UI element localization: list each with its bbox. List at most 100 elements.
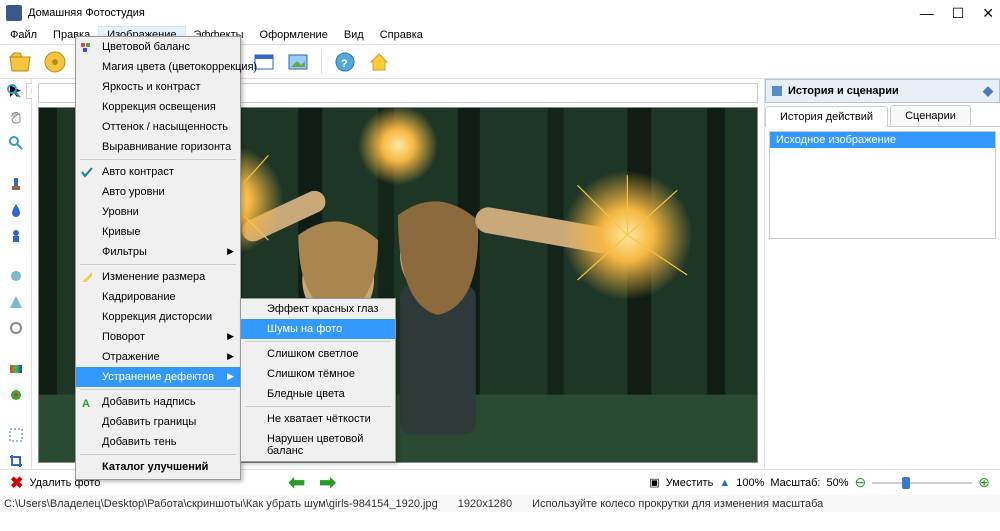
scale-value: 50% <box>827 477 849 489</box>
zoom-100-icon[interactable]: ▲ <box>719 477 730 489</box>
minimize-button[interactable]: — <box>920 5 934 22</box>
home-icon[interactable] <box>364 47 394 77</box>
resize-icon <box>80 270 94 284</box>
pin-icon[interactable]: ◆ <box>983 83 993 99</box>
stamp-icon[interactable] <box>8 228 24 244</box>
menu-item[interactable]: Уровни <box>76 202 240 222</box>
menu-view[interactable]: Вид <box>336 26 372 44</box>
crop-icon[interactable] <box>8 453 24 469</box>
menu-separator <box>80 454 236 455</box>
scale-label: Масштаб: <box>770 477 820 489</box>
menu-item[interactable]: Отражение▶ <box>76 347 240 367</box>
palette-icon <box>80 40 94 54</box>
status-dims: 1920x1280 <box>458 498 512 510</box>
app-icon <box>6 5 22 21</box>
status-bar: C:\Users\Владелец\Desktop\Работа\скриншо… <box>0 495 1000 512</box>
window-controls: — ☐ ✕ <box>920 5 994 22</box>
defects-submenu: Эффект красных глазШумы на фото Слишком с… <box>240 298 396 462</box>
menu-decoration[interactable]: Оформление <box>252 26 336 44</box>
sharpen-icon[interactable] <box>8 294 24 310</box>
close-button[interactable]: ✕ <box>982 5 994 22</box>
menu-item[interactable]: Поворот▶ <box>76 327 240 347</box>
status-hint: Используйте колесо прокрутки для изменен… <box>532 498 823 510</box>
svg-text:?: ? <box>341 58 348 70</box>
menu-item[interactable]: Коррекция дисторсии <box>76 307 240 327</box>
submenu-item[interactable]: Шумы на фото <box>241 319 395 339</box>
submenu-item[interactable]: Не хватает чёткости <box>241 409 395 429</box>
submenu-arrow-icon: ▶ <box>227 351 234 362</box>
gradient-icon[interactable] <box>8 361 24 377</box>
delete-icon: ✖ <box>10 473 23 493</box>
menu-item[interactable]: Выравнивание горизонта <box>76 137 240 157</box>
menu-item[interactable]: AДобавить надпись <box>76 392 240 412</box>
menu-item[interactable]: Кривые <box>76 222 240 242</box>
drop-icon[interactable] <box>8 202 24 218</box>
right-panel: История и сценарии ◆ История действий Сц… <box>764 79 1000 469</box>
submenu-item[interactable]: Слишком светлое <box>241 344 395 364</box>
menu-separator <box>245 406 391 407</box>
submenu-arrow-icon: ▶ <box>227 331 234 342</box>
menu-item[interactable]: Фильтры▶ <box>76 242 240 262</box>
panel-icon <box>772 86 782 96</box>
submenu-arrow-icon: ▶ <box>227 371 234 382</box>
zoom-controls: ▣ Уместить ▲ 100% Масштаб: 50% ⊖ ⊕ <box>649 474 990 491</box>
tab-history[interactable]: История действий <box>765 106 888 127</box>
postcard-icon[interactable] <box>283 47 313 77</box>
zoom-in-icon[interactable]: ⊕ <box>978 474 990 491</box>
window-title: Домашняя Фотостудия <box>28 7 145 19</box>
help-icon[interactable]: ? <box>330 47 360 77</box>
menu-file[interactable]: Файл <box>2 26 45 44</box>
menu-item[interactable]: Кадрирование <box>76 287 240 307</box>
check-icon <box>80 165 94 179</box>
menu-item[interactable]: Добавить тень <box>76 432 240 452</box>
menu-item[interactable]: Добавить границы <box>76 412 240 432</box>
menu-separator <box>80 264 236 265</box>
panel-title-text: История и сценарии <box>788 85 899 97</box>
save-icon[interactable] <box>40 47 70 77</box>
prev-arrow-icon[interactable]: ⬅ <box>288 470 305 495</box>
zoom-100-label[interactable]: 100% <box>736 477 764 489</box>
menu-help[interactable]: Справка <box>372 26 431 44</box>
select-rect-icon[interactable] <box>8 427 24 443</box>
menu-item[interactable]: Оттенок / насыщенность <box>76 117 240 137</box>
submenu-item[interactable]: Эффект красных глаз <box>241 299 395 319</box>
menu-item[interactable]: Цветовой баланс <box>76 37 240 57</box>
submenu-arrow-icon: ▶ <box>227 246 234 257</box>
status-path: C:\Users\Владелец\Desktop\Работа\скриншо… <box>4 498 438 510</box>
open-file-icon[interactable] <box>6 47 36 77</box>
tab-scenarios[interactable]: Сценарии <box>890 105 971 126</box>
toolbar-separator <box>321 49 322 75</box>
menu-item[interactable]: Авто уровни <box>76 182 240 202</box>
zoom-icon[interactable] <box>8 135 24 151</box>
fit-icon[interactable]: ▣ <box>649 476 659 489</box>
submenu-item[interactable]: Слишком тёмное <box>241 364 395 384</box>
search-icon <box>6 83 22 99</box>
fit-label[interactable]: Уместить <box>666 477 714 489</box>
menu-item[interactable]: Коррекция освещения <box>76 97 240 117</box>
dodge-icon[interactable] <box>8 320 24 336</box>
zoom-slider[interactable] <box>872 480 972 486</box>
maximize-button[interactable]: ☐ <box>952 5 965 22</box>
redeye-icon[interactable] <box>8 387 24 403</box>
blur-icon[interactable] <box>8 268 24 284</box>
menu-separator <box>80 389 236 390</box>
submenu-item[interactable]: Бледные цвета <box>241 384 395 404</box>
menu-separator <box>245 341 391 342</box>
image-menu-dropdown: Цветовой балансМагия цвета (цветокоррекц… <box>75 36 241 480</box>
zoom-out-icon[interactable]: ⊖ <box>855 474 867 491</box>
menu-item[interactable]: Устранение дефектов▶ <box>76 367 240 387</box>
brush-icon[interactable] <box>8 176 24 192</box>
svg-text:A: A <box>82 398 90 409</box>
menu-item[interactable]: Авто контраст <box>76 162 240 182</box>
menu-item[interactable]: Магия цвета (цветокоррекция) <box>76 57 240 77</box>
menu-item[interactable]: Изменение размера <box>76 267 240 287</box>
history-panel-title: История и сценарии ◆ <box>765 79 1000 103</box>
menu-item[interactable]: Каталог улучшений <box>76 457 240 477</box>
history-item-original[interactable]: Исходное изображение <box>770 132 995 148</box>
left-toolbar <box>0 79 32 469</box>
submenu-item[interactable]: Нарушен цветовой баланс <box>241 429 395 461</box>
menu-item[interactable]: Яркость и контраст <box>76 77 240 97</box>
hand-icon[interactable] <box>8 109 24 125</box>
next-arrow-icon[interactable]: ➡ <box>319 470 336 495</box>
history-list: Исходное изображение <box>769 131 996 239</box>
